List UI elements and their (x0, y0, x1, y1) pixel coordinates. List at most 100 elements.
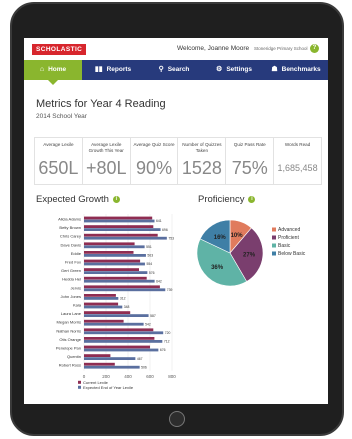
category-label: Laura Lane (61, 311, 82, 316)
page-title: Metrics for Year 4 Reading (36, 98, 166, 110)
info-icon[interactable]: i (112, 196, 120, 203)
legend-swatch-current (78, 380, 81, 384)
category-label: Quentin (67, 354, 81, 359)
bar-expected-lexile (84, 322, 144, 326)
data-label: 542 (145, 322, 151, 326)
data-label: 554 (146, 262, 152, 266)
page-subtitle: 2014 School Year (36, 113, 87, 120)
category-label: Jervis (71, 285, 81, 290)
legend-swatch (272, 235, 276, 240)
metric-label: Average Lexile (43, 142, 74, 147)
search-icon: ⚲ (158, 66, 164, 73)
bar-expected-lexile (84, 245, 145, 249)
bar-expected-lexile (84, 340, 163, 343)
main-nav: ⌂ Home ▮▮ Reports ⚲ Search ⚙ Settings ☗ … (24, 60, 328, 85)
metric-average-lexile: Average Lexile 650L (34, 137, 82, 185)
metric-label: Quiz Pass Rate (233, 142, 266, 147)
app-screen: SCHOLASTIC Welcome, Joanne Moore Stoneri… (24, 38, 328, 404)
metric-value: 75% (231, 158, 268, 178)
legend-label: Below Basic (278, 251, 306, 257)
category-label: Gert Green (61, 268, 81, 273)
expected-growth-chart: 0 200 400 600 800 Alicia Adams 641 Betty Brown 6… (56, 214, 176, 390)
bar-current-lexile (84, 276, 147, 280)
nav-settings[interactable]: ⚙ Settings (204, 60, 264, 80)
metric-value: 1,685,458 (277, 163, 318, 173)
bar-chart-icon: ▮▮ (94, 66, 103, 73)
data-label: 712 (164, 340, 170, 344)
bar-current-lexile (84, 362, 115, 366)
proficiency-section-title: Proficiency i (198, 194, 256, 205)
home-hardware-button[interactable] (169, 411, 185, 427)
data-label: 641 (156, 219, 162, 223)
bar-current-lexile (84, 233, 158, 237)
school-name: Stoneridge Primary School (254, 46, 308, 51)
bar-expected-lexile (84, 365, 140, 369)
data-label: 576 (149, 271, 155, 275)
legend-swatch-expected (78, 385, 81, 389)
legend-label: Proficient (278, 235, 299, 241)
bar-expected-lexile (84, 279, 155, 283)
bar-expected-lexile (84, 288, 166, 292)
growth-title-text: Expected Growth (36, 194, 109, 205)
nav-search-label: Search (167, 66, 190, 73)
bar-current-lexile (84, 328, 154, 332)
gear-icon: ⚙ (216, 66, 223, 73)
metric-quiz-score: Average Quiz Score 90% (129, 137, 178, 185)
data-label: 753 (168, 236, 174, 240)
person-icon: ☗ (271, 66, 278, 73)
bar-current-lexile (84, 285, 160, 289)
metric-pass-rate: Quiz Pass Rate 75% (225, 137, 274, 185)
category-label: Kaia (73, 303, 82, 308)
bar-current-lexile (84, 319, 124, 323)
legend-label: Advanced (278, 227, 300, 233)
bar-expected-lexile (84, 254, 146, 257)
x-tick-label: 0 (83, 374, 86, 379)
data-label: 467 (137, 357, 143, 361)
bar-current-lexile (84, 302, 119, 306)
data-label: 587 (150, 314, 156, 318)
bar-expected-lexile (84, 305, 123, 309)
category-label: Nathan Norris (56, 328, 81, 333)
bar-expected-lexile (84, 271, 148, 274)
proficiency-title-text: Proficiency (198, 194, 245, 205)
help-icon[interactable]: ? (310, 44, 319, 53)
bar-current-lexile (84, 242, 135, 246)
category-label: Penelope Pan (56, 346, 81, 351)
data-label: 348 (124, 305, 130, 309)
metric-label: Number of Quizzes Taken (182, 142, 222, 153)
nav-reports-label: Reports (106, 66, 132, 73)
bar-expected-lexile (84, 236, 167, 240)
legend-swatch (272, 251, 276, 256)
data-label: 563 (147, 254, 153, 258)
nav-search[interactable]: ⚲ Search (144, 60, 204, 80)
category-label: Robert Ross (59, 363, 81, 368)
home-icon: ⌂ (39, 66, 45, 73)
x-tick-label: 800 (168, 374, 176, 379)
bar-expected-lexile (84, 314, 149, 317)
growth-section-title: Expected Growth i (36, 194, 120, 205)
x-tick-label: 400 (124, 374, 132, 379)
nav-settings-label: Settings (226, 66, 252, 73)
info-icon[interactable]: i (248, 196, 256, 203)
metric-value: 90% (136, 158, 173, 178)
top-bar: SCHOLASTIC Welcome, Joanne Moore Stoneri… (24, 38, 328, 60)
bar-current-lexile (84, 259, 141, 263)
category-label: Dave Davis (61, 242, 81, 247)
slice-label: 36% (211, 265, 224, 271)
nav-home[interactable]: ⌂ Home (24, 60, 82, 85)
bar-current-lexile (84, 216, 153, 220)
proficiency-pie-chart: 10% 27% 36% 16% Advanced Proficient Basic Below… (196, 219, 306, 287)
metric-value: 650L (38, 158, 79, 178)
nav-reports[interactable]: ▮▮ Reports (82, 60, 144, 80)
legend-swatch (272, 243, 276, 248)
data-label: 312 (120, 297, 126, 301)
scholastic-logo[interactable]: SCHOLASTIC (32, 44, 87, 55)
bar-current-lexile (84, 337, 155, 340)
nav-benchmarks[interactable]: ☗ Benchmarks (264, 60, 328, 80)
category-label: Eddie (71, 251, 82, 256)
category-label: Alicia Adams (58, 217, 81, 222)
bar-expected-lexile (84, 297, 119, 300)
bar-current-lexile (84, 294, 116, 297)
x-tick-label: 200 (102, 374, 110, 379)
bar-expected-lexile (84, 219, 155, 223)
